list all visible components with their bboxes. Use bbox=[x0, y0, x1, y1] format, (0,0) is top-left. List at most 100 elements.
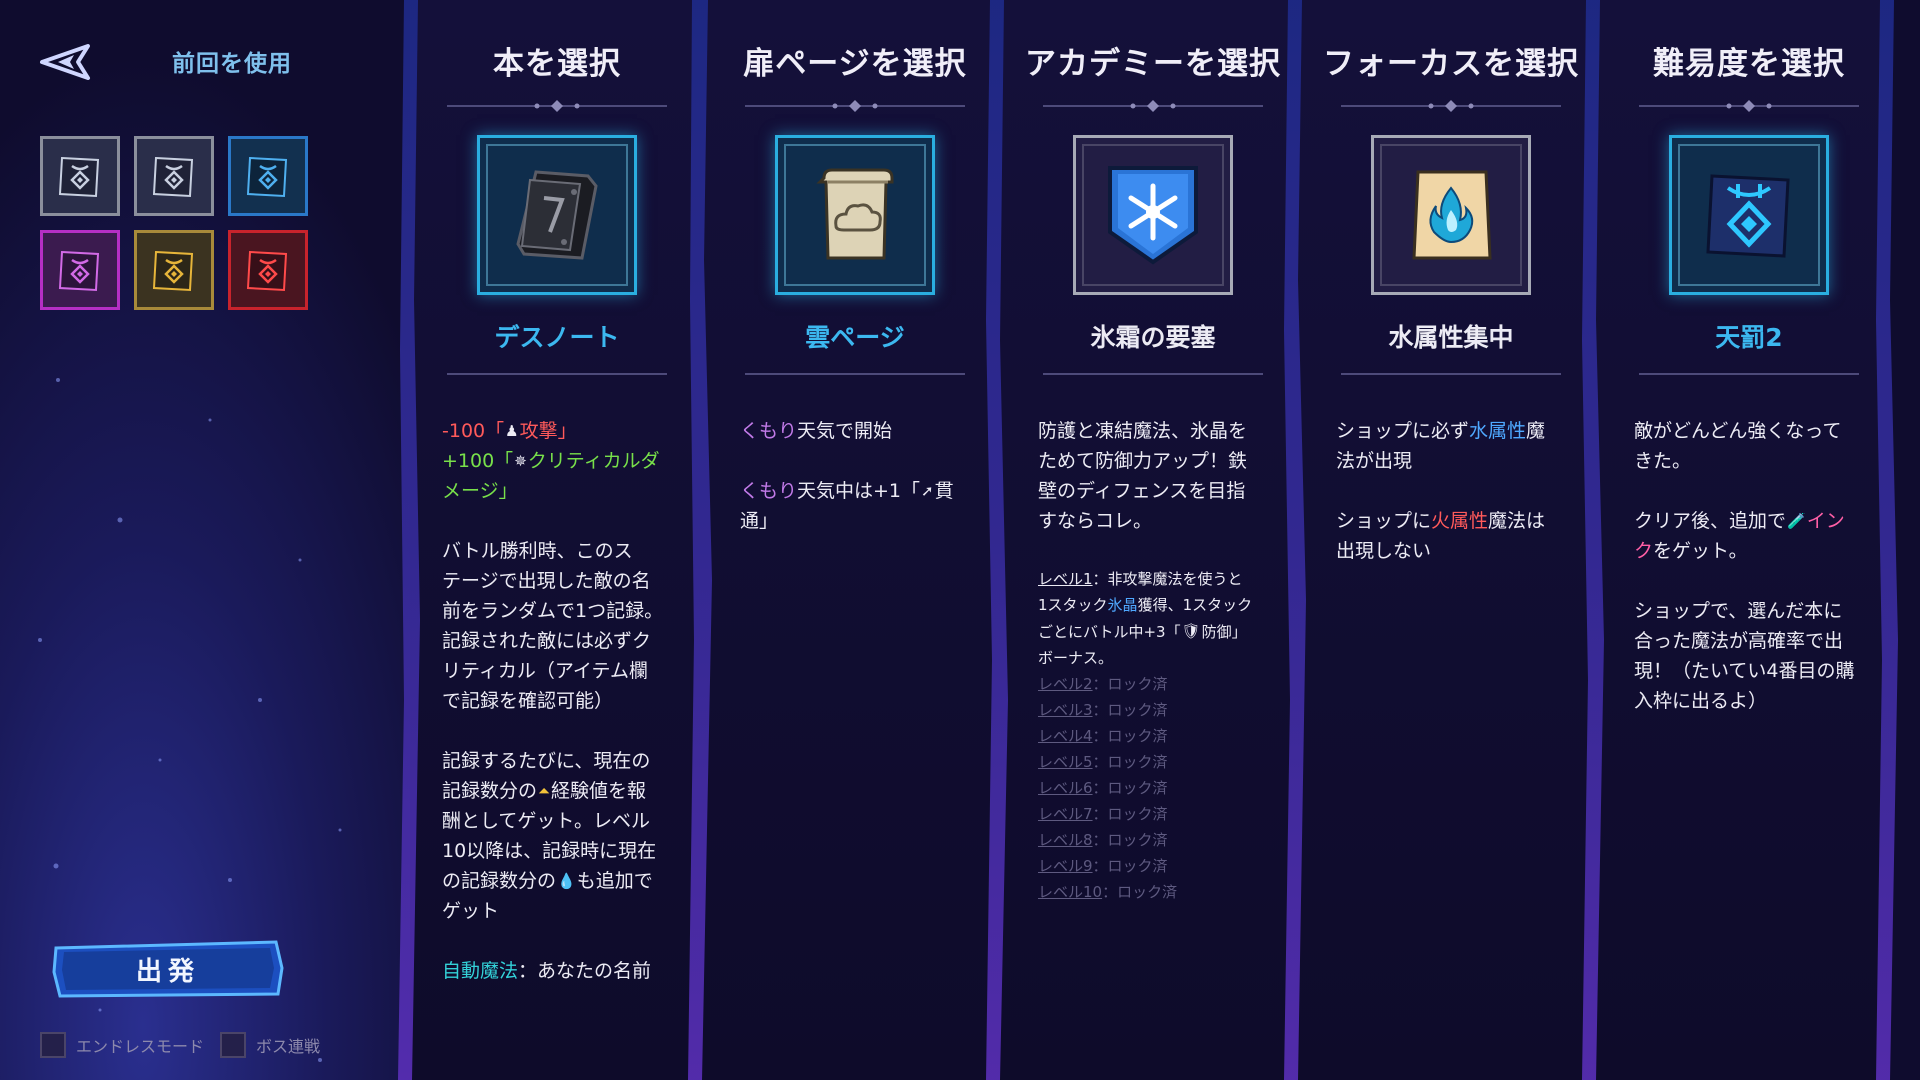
text-line: 防護と凍結魔法、氷晶を bbox=[1038, 420, 1248, 442]
text-line: 前をランダムで1つ記録。 bbox=[442, 600, 664, 622]
locked-level-row: レベル8：ロック済 bbox=[1038, 831, 1168, 849]
text-line: 記録された敵には必ずク bbox=[442, 630, 652, 652]
text-line: リティカル（アイテム欄 bbox=[442, 660, 648, 682]
endless-mode-toggle[interactable]: エンドレスモード bbox=[40, 1032, 204, 1058]
locked-level-row: レベル6：ロック済 bbox=[1038, 779, 1168, 797]
preset-emblem-icon bbox=[152, 250, 194, 292]
water-flame-scroll-icon bbox=[1412, 170, 1492, 260]
text-line: バトル勝利時、このス bbox=[442, 540, 633, 562]
auto-magic-keyword: 自動魔法 bbox=[442, 960, 519, 982]
preset-slot-3[interactable] bbox=[228, 136, 308, 216]
text-line: すならコレ。 bbox=[1038, 510, 1153, 532]
locked-level-row: レベル3：ロック済 bbox=[1038, 701, 1168, 719]
difficulty-description: 敵がどんどん強くなって きた。 クリア後、追加で🧪イン クをゲット。 ショップで、… bbox=[1634, 416, 1884, 746]
book-column: 本を選択 デスノート -100「♟攻撃」 +100「✵クリティカルダ メージ」 … bbox=[408, 0, 706, 1080]
preset-emblem-icon bbox=[58, 156, 100, 198]
cloud-scroll-icon bbox=[816, 168, 894, 260]
difficulty-column-title: 難易度を選択 bbox=[1653, 46, 1845, 82]
page-card[interactable] bbox=[775, 135, 935, 295]
boss-rush-label: ボス連戦 bbox=[256, 1037, 321, 1056]
frost-shield-icon bbox=[1108, 166, 1198, 265]
text-line: ためて防御力アップ！鉄 bbox=[1038, 450, 1248, 472]
academy-summary-text: 防護と凍結魔法、氷晶を ためて防御力アップ！鉄 壁のディフェンスを目指 すならコレ。 bbox=[1038, 416, 1278, 536]
academy-column: アカデミーを選択 氷霜の要塞 防護と凍結魔法、氷晶を ためて防御力アップ！鉄 壁のデ… bbox=[1004, 0, 1302, 1080]
back-icon[interactable] bbox=[38, 42, 94, 82]
name-divider bbox=[1341, 373, 1561, 375]
name-divider bbox=[1043, 373, 1263, 375]
page-name: 雲ページ bbox=[805, 323, 905, 352]
preset-slot-6[interactable] bbox=[228, 230, 308, 310]
depart-button[interactable]: 出発 bbox=[50, 938, 286, 1000]
focus-name: 水属性集中 bbox=[1388, 323, 1514, 352]
difficulty-emblem-icon bbox=[1706, 174, 1790, 258]
difficulty-card[interactable] bbox=[1669, 135, 1829, 295]
critical-damage-icon: ✵ bbox=[514, 452, 527, 470]
text-line: きた。 bbox=[1634, 450, 1692, 472]
locked-level-row: レベル4：ロック済 bbox=[1038, 727, 1168, 745]
text-line: テージで出現した敵の名 bbox=[442, 570, 651, 592]
page-column-title: 扉ページを選択 bbox=[743, 46, 967, 82]
level-1-row: レベル1：非攻撃魔法を使うと bbox=[1038, 570, 1243, 588]
title-divider bbox=[745, 100, 965, 112]
death-note-book-icon bbox=[516, 170, 598, 260]
focus-column: フォーカスを選択 水属性集中 ショップに必ず水属性魔 法が出現 ショップに火属性… bbox=[1302, 0, 1600, 1080]
use-previous-button[interactable]: 前回を使用 bbox=[172, 44, 292, 78]
text-line: で記録を確認可能） bbox=[442, 690, 614, 712]
experience-icon: ⏶ bbox=[538, 782, 551, 800]
endless-mode-label: エンドレスモード bbox=[76, 1037, 205, 1056]
academy-column-title: アカデミーを選択 bbox=[1025, 46, 1281, 82]
text-line: 敵がどんどん強くなって bbox=[1634, 420, 1842, 442]
title-divider bbox=[1639, 100, 1859, 112]
title-divider bbox=[1341, 100, 1561, 112]
locked-level-row: レベル10：ロック済 bbox=[1038, 883, 1178, 901]
difficulty-shop-text: ショップで、選んだ本に 合った魔法が高確率で出 現！（たいてい4番目の購 入枠に出るよ… bbox=[1634, 596, 1884, 716]
focus-description: ショップに必ず水属性魔 法が出現 ショップに火属性魔法は 出現しない bbox=[1336, 420, 1546, 562]
name-divider bbox=[447, 373, 667, 375]
difficulty-column: 難易度を選択 天罰2 敵がどんどん強くなって きた。 クリア後、追加で🧪イン クを… bbox=[1600, 0, 1898, 1080]
focus-column-title: フォーカスを選択 bbox=[1323, 46, 1579, 82]
locked-level-row: レベル2：ロック済 bbox=[1038, 675, 1168, 693]
book-description: -100「♟攻撃」 +100「✵クリティカルダ メージ」 バトル勝利時、このステ… bbox=[442, 416, 682, 1016]
difficulty-name: 天罰2 bbox=[1715, 323, 1783, 352]
preset-slot-5[interactable] bbox=[134, 230, 214, 310]
preset-emblem-icon bbox=[246, 156, 288, 198]
book-card[interactable] bbox=[477, 135, 637, 295]
academy-levels: レベル1：非攻撃魔法を使うと 1スタック氷晶獲得、1スタック ごとにバトル中+3… bbox=[1038, 566, 1278, 905]
attack-icon: ♟ bbox=[505, 422, 519, 440]
endless-mode-checkbox[interactable] bbox=[40, 1032, 66, 1058]
text-line: 合った魔法が高確率で出 bbox=[1634, 630, 1844, 652]
preset-emblem-icon bbox=[246, 250, 288, 292]
locked-level-row: レベル5：ロック済 bbox=[1038, 753, 1168, 771]
preset-emblem-icon bbox=[58, 250, 100, 292]
preset-slot-4[interactable] bbox=[40, 230, 120, 310]
locked-level-row: レベル7：ロック済 bbox=[1038, 805, 1168, 823]
defense-icon: 🛡 bbox=[1181, 622, 1201, 640]
name-divider bbox=[745, 373, 965, 375]
boss-rush-toggle[interactable]: ボス連戦 bbox=[220, 1032, 320, 1058]
boss-rush-checkbox[interactable] bbox=[220, 1032, 246, 1058]
academy-description: 防護と凍結魔法、氷晶を ためて防御力アップ！鉄 壁のディフェンスを目指 すならコレ。 … bbox=[1038, 416, 1278, 905]
text-line: 現！（たいてい4番目の購 bbox=[1634, 660, 1855, 682]
title-divider bbox=[1043, 100, 1263, 112]
focus-card[interactable] bbox=[1371, 135, 1531, 295]
page-column: 扉ページを選択 雲ページ くもり天気で開始 くもり天気中は+1「➚貫 通」 bbox=[706, 0, 1004, 1080]
academy-name: 氷霜の要塞 bbox=[1090, 323, 1216, 352]
ink-potion-icon: 🧪 bbox=[1787, 512, 1806, 530]
title-divider bbox=[447, 100, 667, 112]
text-line: 入枠に出るよ） bbox=[1634, 690, 1768, 712]
preset-emblem-icon bbox=[152, 156, 194, 198]
preset-grid bbox=[40, 136, 308, 310]
preset-slot-1[interactable] bbox=[40, 136, 120, 216]
page-description: くもり天気で開始 くもり天気中は+1「➚貫 通」 bbox=[740, 420, 954, 532]
name-divider bbox=[1639, 373, 1859, 375]
mana-drop-icon: 💧 bbox=[557, 872, 576, 890]
text-line: ショップで、選んだ本に bbox=[1634, 600, 1843, 622]
book-effect-text: バトル勝利時、このス テージで出現した敵の名 前をランダムで1つ記録。 記録された敵に… bbox=[442, 536, 682, 716]
book-column-title: 本を選択 bbox=[493, 46, 621, 82]
text-line: 壁のディフェンスを目指 bbox=[1038, 480, 1246, 502]
preset-slot-2[interactable] bbox=[134, 136, 214, 216]
locked-level-row: レベル9：ロック済 bbox=[1038, 857, 1168, 875]
academy-card[interactable] bbox=[1073, 135, 1233, 295]
difficulty-summary-text: 敵がどんどん強くなって きた。 bbox=[1634, 416, 1884, 476]
depart-label: 出発 bbox=[135, 956, 200, 987]
